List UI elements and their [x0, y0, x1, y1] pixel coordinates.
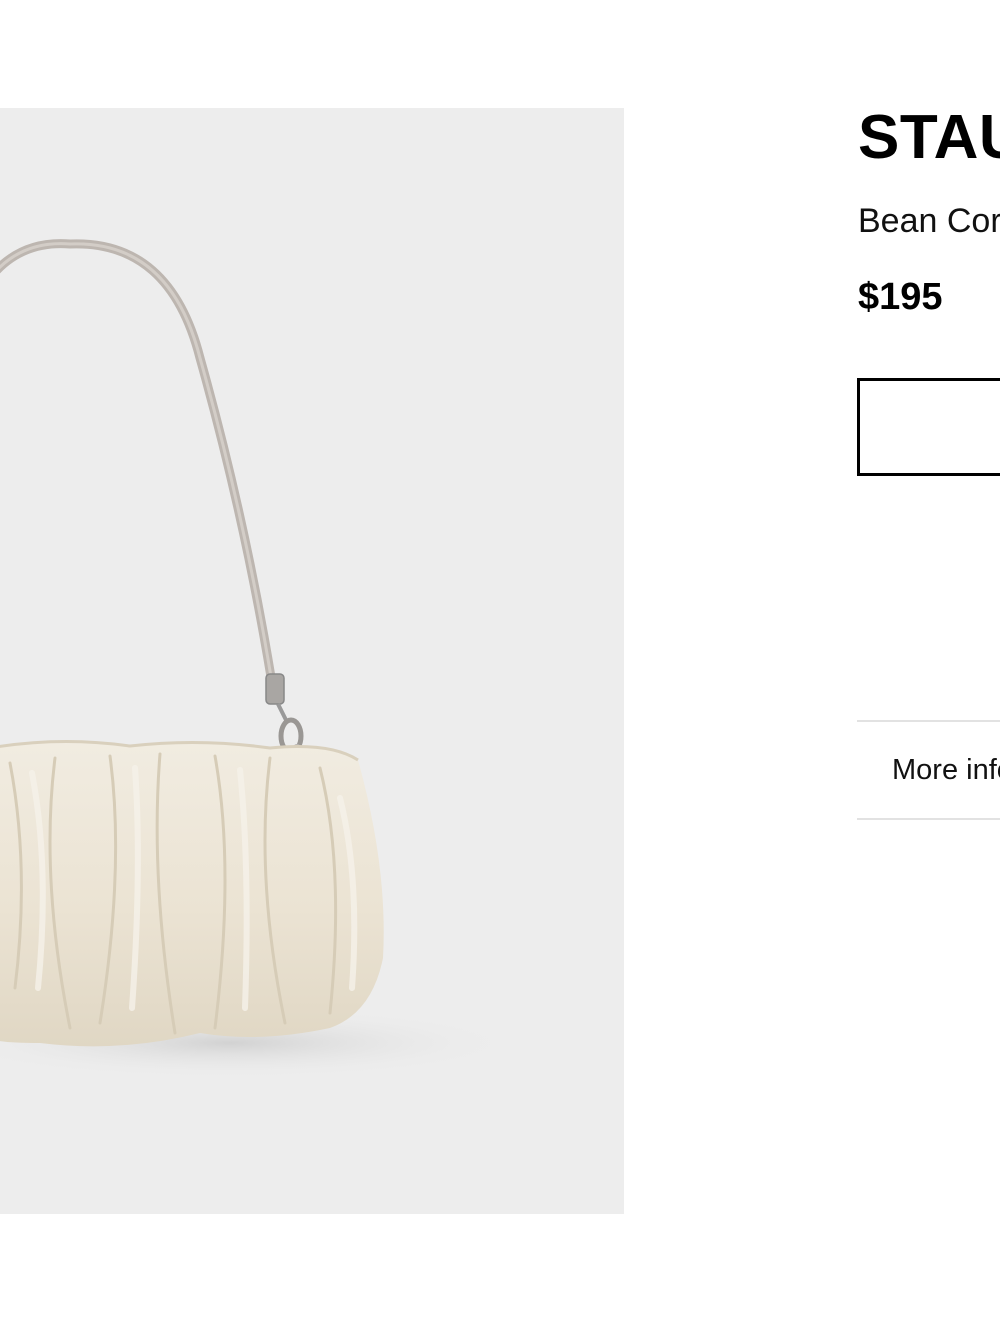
bag-clasp: [265, 673, 285, 705]
accordion-divider-bottom: [857, 818, 1000, 820]
product-name: Bean Cor: [858, 202, 1000, 240]
product-image[interactable]: [0, 108, 624, 1214]
bag-strap: [0, 239, 277, 688]
bag-image: [0, 239, 520, 1079]
accordion-divider-top: [857, 720, 1000, 722]
bag-body: [0, 741, 384, 1047]
more-info-toggle[interactable]: More info: [892, 754, 1000, 787]
product-price: $195: [858, 276, 943, 318]
option-select-box[interactable]: [857, 378, 1000, 476]
product-page: STAU Bean Cor $195 More info: [0, 0, 1000, 1333]
brand-title: STAU: [858, 103, 1000, 172]
